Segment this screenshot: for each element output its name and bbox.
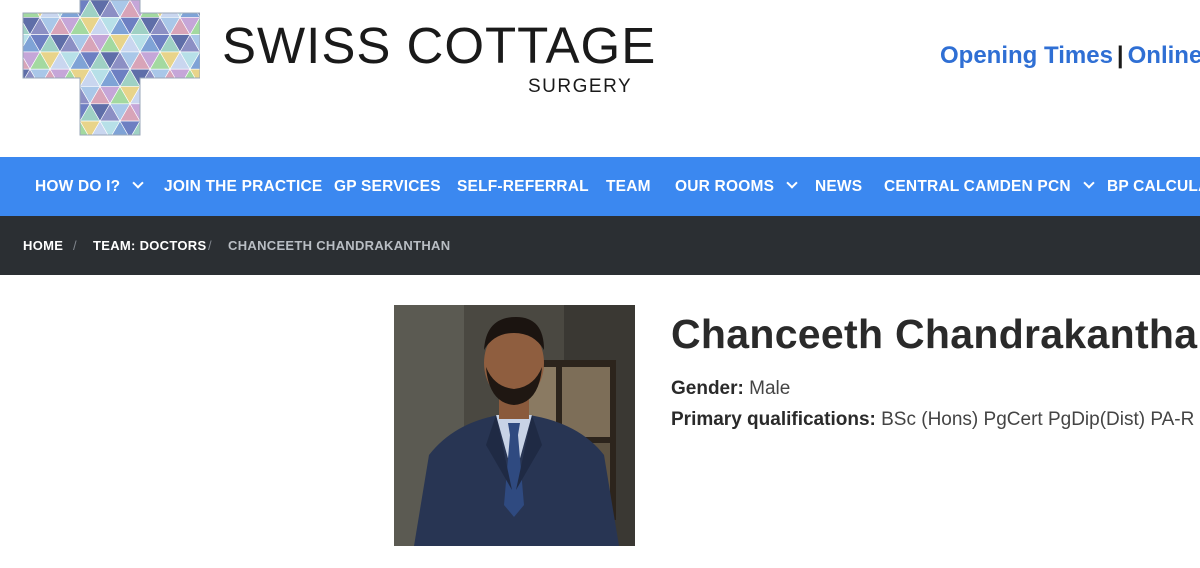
nav-item-gp-services[interactable]: GP SERVICES: [334, 157, 441, 216]
logo-mosaic-tile: [179, 0, 200, 18]
online-link[interactable]: Online: [1128, 42, 1200, 69]
doctor-photo: [394, 305, 635, 546]
nav-item-label: SELF-REFERRAL: [457, 178, 589, 195]
logo-mosaic-tile: [169, 120, 191, 135]
nav-item-team[interactable]: TEAM: [606, 157, 651, 216]
logo-mosaic-tile: [49, 120, 71, 135]
breadcrumb: HOME / TEAM: DOCTORS / CHANCEETH CHANDRA…: [0, 216, 1200, 275]
nav-item-how-do-i[interactable]: HOW DO I?: [35, 157, 144, 216]
logo-mosaic-tile: [149, 85, 171, 105]
logo-mosaic-tile: [0, 35, 10, 52]
logo-mosaic-tile: [189, 120, 200, 135]
gender-label: Gender:: [671, 378, 744, 399]
logo-mosaic-tile: [23, 120, 41, 135]
nav-item-label: BP CALCULATOR: [1107, 178, 1200, 195]
surgery-logo-cross[interactable]: [0, 0, 200, 137]
nav-item-label: NEWS: [815, 178, 863, 195]
link-separator: |: [1116, 42, 1124, 69]
site-header: SWISS COTTAGE SURGERY Opening Times | Onli…: [0, 0, 1200, 157]
logo-mosaic-tile: [0, 104, 20, 121]
logo-mosaic-tile: [189, 85, 200, 105]
logo-wordmark[interactable]: SWISS COTTAGE: [222, 18, 656, 74]
logo-mosaic-tile: [29, 85, 51, 105]
logo-mosaic-tile: [139, 120, 161, 135]
qualifications-label: Primary qualifications:: [671, 409, 876, 430]
logo-mosaic-tile: [139, 0, 161, 18]
nav-item-label: CENTRAL CAMDEN PCN: [884, 178, 1071, 195]
logo-title: SWISS COTTAGE: [222, 17, 657, 74]
chevron-down-icon: [786, 177, 798, 189]
logo-mosaic-tile: [179, 86, 200, 105]
main-nav: HOW DO I? JOIN THE PRACTICE GP SERVICES …: [0, 157, 1200, 216]
breadcrumb-separator: /: [73, 238, 77, 253]
logo-mosaic-tile: [0, 104, 10, 121]
logo-mosaic-tile: [39, 86, 61, 105]
logo-mosaic-tile: [49, 103, 71, 122]
logo-mosaic-tile: [39, 120, 61, 135]
nav-item-label: JOIN THE PRACTICE: [164, 178, 323, 195]
logo-mosaic-tile: [23, 86, 41, 105]
breadcrumb-team-doctors[interactable]: TEAM: DOCTORS: [93, 216, 206, 275]
nav-item-central-camden-pcn[interactable]: CENTRAL CAMDEN PCN: [884, 157, 1095, 216]
logo-mosaic-tile: [0, 52, 20, 69]
logo-mosaic-tile: [0, 0, 10, 17]
top-links: Opening Times | Online: [940, 42, 1200, 70]
logo-mosaic-tile: [49, 85, 71, 105]
logo-mosaic-tile: [23, 103, 41, 122]
logo-mosaic-tile: [23, 120, 31, 135]
nav-item-join-the-practice[interactable]: JOIN THE PRACTICE: [164, 157, 322, 216]
logo-mosaic-tile: [159, 103, 181, 122]
logo-mosaic-tile: [0, 87, 20, 104]
logo-mosaic-tile: [0, 121, 20, 137]
logo-mosaic-tile: [189, 103, 200, 122]
qualifications-field: Primary qualifications: BSc (Hons) PgCer…: [671, 409, 1194, 431]
gender-value: Male: [749, 378, 791, 399]
chevron-down-icon: [132, 177, 144, 189]
logo-mosaic-tile: [179, 103, 200, 122]
logo-mosaic-tile: [59, 86, 81, 105]
doctor-portrait-image: [394, 305, 635, 546]
logo-mosaic-tile: [29, 120, 51, 135]
nav-item-news[interactable]: NEWS: [815, 157, 862, 216]
logo-mosaic-tile: [59, 120, 81, 135]
logo-subtitle: SURGERY: [528, 76, 633, 97]
qualifications-value: BSc (Hons) PgCert PgDip(Dist) PA-R: [881, 409, 1195, 430]
nav-item-label: TEAM: [606, 178, 651, 195]
logo-mosaic-tile: [0, 35, 20, 52]
logo-mosaic-tile: [149, 120, 171, 135]
logo-mosaic-tile: [39, 0, 61, 18]
logo-mosaic-tile: [159, 120, 181, 135]
logo-mosaic-tile: [23, 85, 31, 105]
logo-mosaic-tile: [0, 17, 20, 34]
logo-mosaic-tile: [0, 69, 10, 86]
logo-mosaic-tile: [179, 120, 200, 135]
chevron-down-icon: [1083, 177, 1095, 189]
logo-mosaic-tile: [0, 69, 20, 86]
logo-mosaic-tile: [39, 103, 61, 122]
nav-item-label: OUR ROOMS: [675, 178, 775, 195]
breadcrumb-separator: /: [208, 238, 212, 253]
logo-mosaic-tile: [0, 0, 20, 17]
nav-item-label: HOW DO I?: [35, 178, 121, 195]
logo-mosaic-tile: [139, 103, 161, 122]
gender-field: Gender: Male: [671, 378, 790, 400]
opening-times-link[interactable]: Opening Times: [940, 42, 1113, 69]
logo-mosaic-tile: [139, 86, 161, 105]
logo-mosaic-tile: [59, 0, 81, 18]
logo-mosaic-tile: [159, 86, 181, 105]
logo-mosaic-tile: [149, 103, 171, 122]
nav-item-self-referral[interactable]: SELF-REFERRAL: [457, 157, 589, 216]
logo-mosaic-tile: [169, 103, 191, 122]
nav-item-label: GP SERVICES: [334, 178, 441, 195]
breadcrumb-current: CHANCEETH CHANDRAKANTHAN: [228, 238, 451, 253]
nav-item-bp-calculator[interactable]: BP CALCULATOR: [1107, 157, 1200, 216]
logo-mosaic-tile: [23, 103, 31, 122]
doctor-name: Chanceeth Chandrakanthan: [671, 311, 1200, 357]
logo-mosaic-tile: [159, 0, 181, 18]
logo-mosaic-tile: [59, 103, 81, 122]
logo-mosaic-tile: [169, 85, 191, 105]
nav-item-our-rooms[interactable]: OUR ROOMS: [675, 157, 798, 216]
breadcrumb-home[interactable]: HOME: [23, 216, 63, 275]
logo-mosaic-tile: [29, 103, 51, 122]
